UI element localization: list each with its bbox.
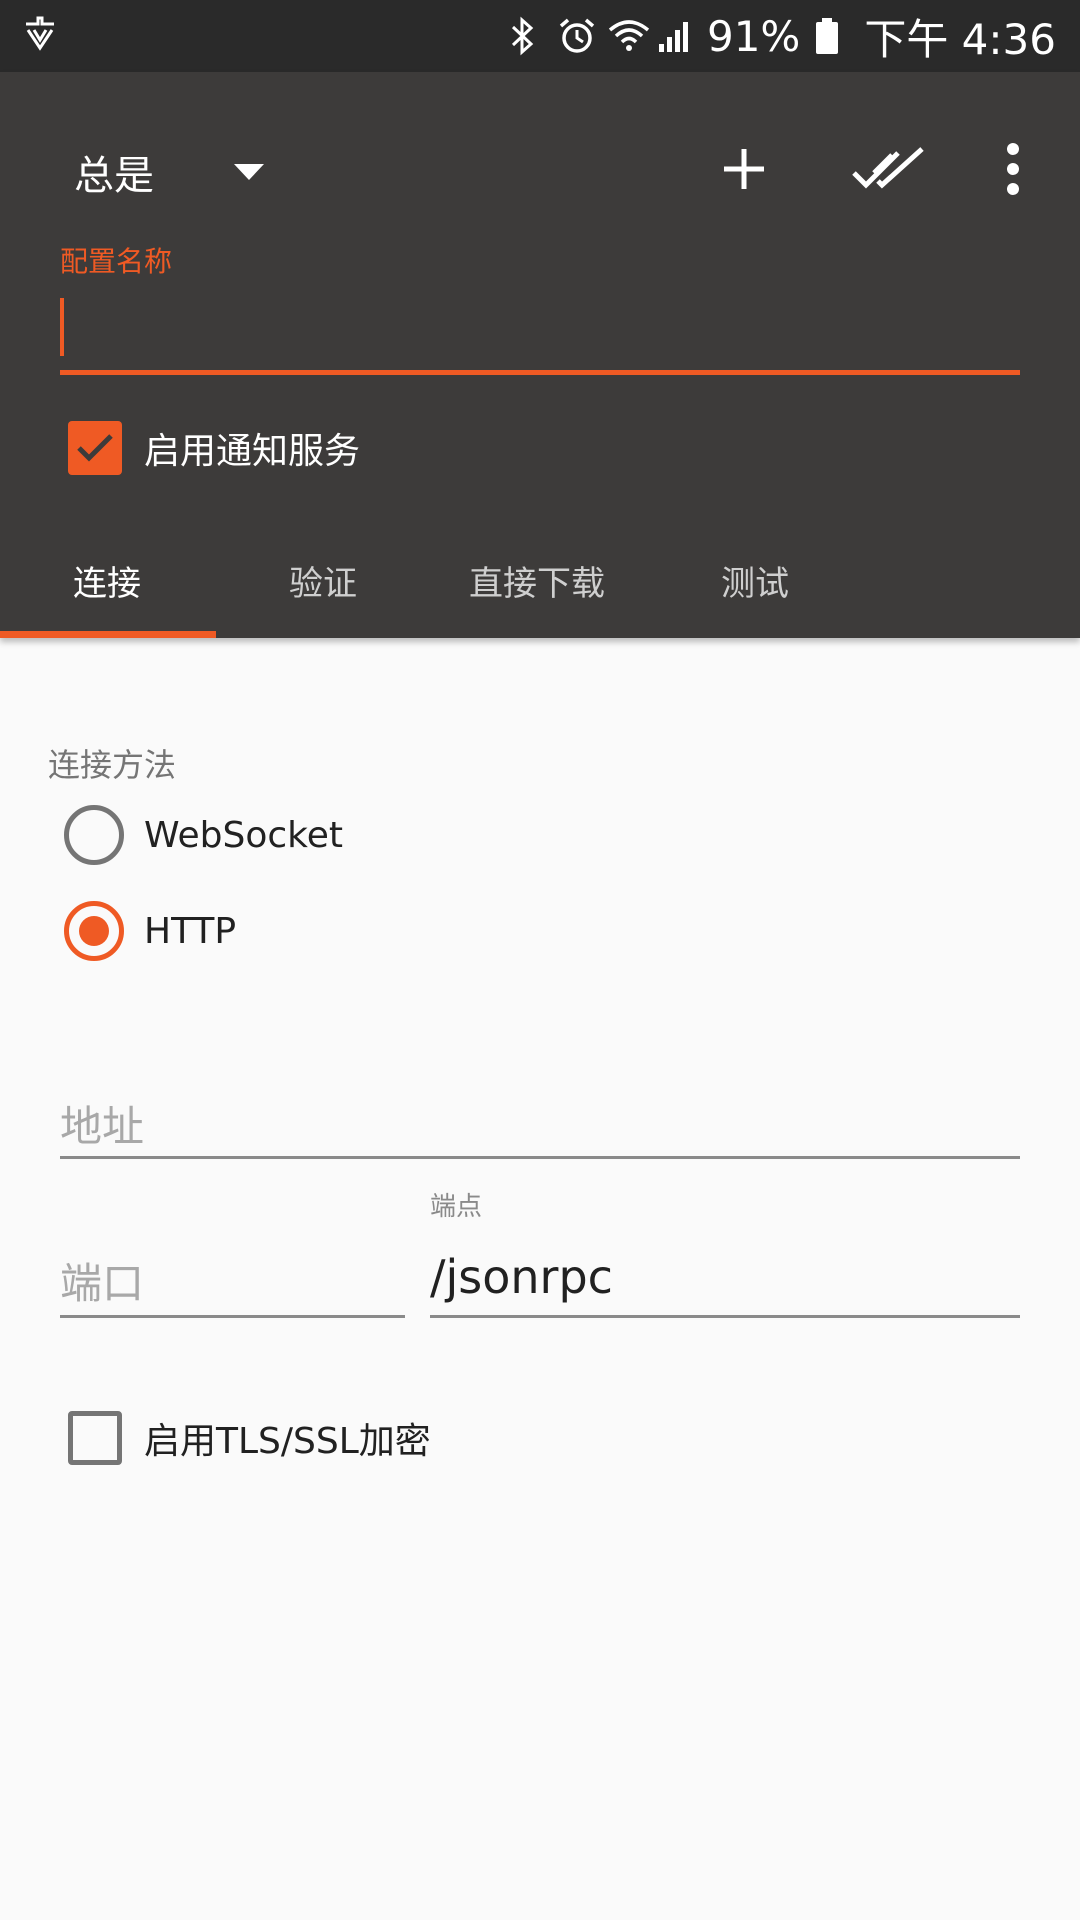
tls-checkbox-row[interactable]: 启用TLS/SSL加密 — [68, 1410, 431, 1466]
tls-checkbox[interactable] — [68, 1411, 122, 1465]
status-icons: 91% 下午 4:36 — [507, 0, 1056, 72]
filter-spinner[interactable]: 总是 — [74, 132, 264, 212]
websocket-label: WebSocket — [144, 814, 343, 856]
spinner-value: 总是 — [74, 153, 154, 199]
wifi-icon — [607, 16, 650, 56]
done-all-icon — [852, 145, 924, 197]
endpoint-underline — [430, 1315, 1020, 1318]
check-icon — [77, 434, 113, 462]
address-placeholder: 地址 — [60, 1102, 145, 1151]
http-label: HTTP — [144, 910, 237, 952]
tab-bar: 连接 验证 直接下载 测试 — [0, 556, 1080, 638]
endpoint-value: /jsonrpc — [430, 1250, 613, 1304]
tab-direct-download[interactable]: 直接下载 — [469, 556, 605, 638]
websocket-radio[interactable] — [64, 805, 124, 865]
connection-method-label: 连接方法 — [48, 746, 177, 784]
notify-label: 启用通知服务 — [144, 431, 361, 472]
battery-percent: 91% — [706, 11, 801, 61]
screen: 91% 下午 4:36 总是 配置名称 启用通知服务 连接 验证 直接下载 测试… — [0, 0, 1080, 1920]
notify-checkbox[interactable] — [68, 421, 122, 475]
port-placeholder: 端口 — [60, 1259, 145, 1308]
tls-label: 启用TLS/SSL加密 — [144, 1421, 431, 1462]
address-underline — [60, 1156, 1020, 1159]
add-icon — [720, 145, 768, 197]
status-bar: 91% 下午 4:36 — [0, 0, 1080, 72]
tab-connection[interactable]: 连接 — [73, 556, 141, 638]
profile-name-input[interactable] — [60, 292, 1020, 372]
more-button[interactable] — [968, 126, 1058, 216]
dropdown-arrow-icon — [234, 162, 264, 182]
notify-checkbox-row[interactable]: 启用通知服务 — [68, 420, 360, 476]
text-caret — [60, 298, 64, 356]
battery-icon — [814, 16, 850, 56]
add-button[interactable] — [699, 126, 789, 216]
address-field[interactable]: 地址 — [60, 1083, 1020, 1159]
tab-auth[interactable]: 验证 — [289, 556, 357, 638]
profile-name-label: 配置名称 — [60, 245, 173, 278]
tab-test[interactable]: 测试 — [721, 556, 789, 638]
app-header: 总是 配置名称 启用通知服务 连接 验证 直接下载 测试 — [0, 72, 1080, 638]
port-field[interactable]: 端口 — [60, 1240, 405, 1318]
done-all-button[interactable] — [843, 126, 933, 216]
alarm-icon — [557, 16, 595, 56]
endpoint-field[interactable]: /jsonrpc — [430, 1240, 1020, 1318]
port-underline — [60, 1315, 405, 1318]
tab-indicator — [0, 631, 216, 638]
bluetooth-icon — [507, 16, 543, 56]
http-option[interactable]: HTTP — [64, 899, 236, 963]
endpoint-label: 端点 — [430, 1192, 483, 1222]
more-vert-icon — [1005, 143, 1021, 199]
http-radio[interactable] — [64, 901, 124, 961]
profile-name-underline — [60, 370, 1020, 375]
websocket-option[interactable]: WebSocket — [64, 803, 343, 867]
signal-icon — [657, 16, 693, 56]
download-icon — [18, 14, 62, 58]
clock: 下午 4:36 — [864, 14, 1056, 64]
